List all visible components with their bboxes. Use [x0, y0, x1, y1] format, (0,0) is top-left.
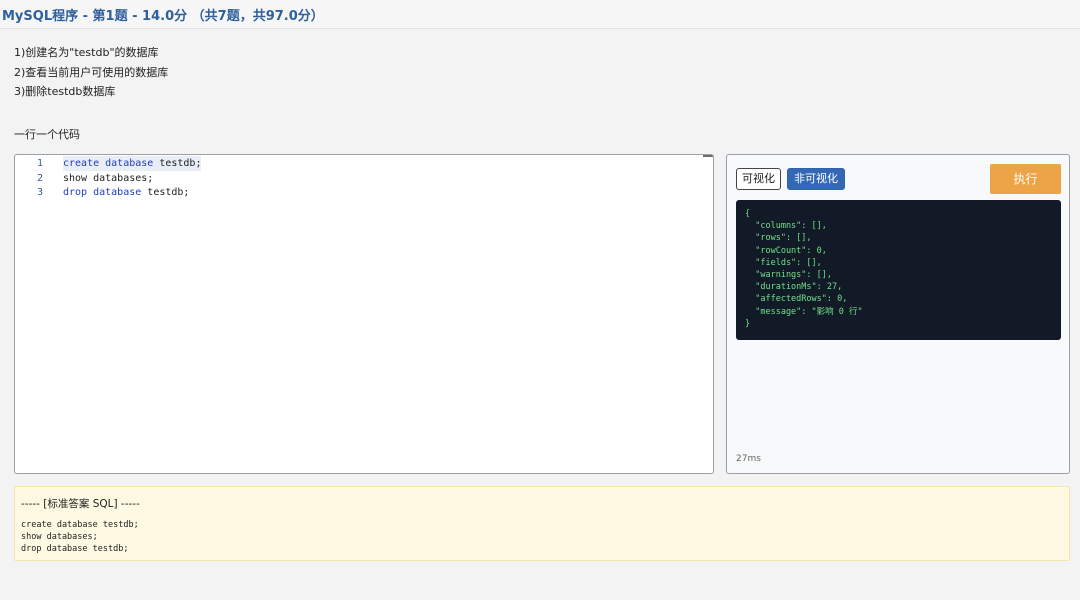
sql-keyword: drop database — [63, 187, 142, 198]
nonvisual-mode-button[interactable]: 非可视化 — [787, 168, 845, 190]
code-line[interactable]: 1 create database testdb; — [15, 156, 713, 171]
header-bar: MySQL程序 - 第1题 - 14.0分 （共7题，共97.0分） — [0, 0, 1080, 29]
result-panel: 可视化 非可视化 执行 { "columns": [], "rows": [],… — [726, 154, 1070, 474]
sql-text: testdb; — [153, 158, 202, 169]
visual-mode-button[interactable]: 可视化 — [736, 168, 781, 190]
question-step: 3)删除testdb数据库 — [14, 85, 116, 98]
page-title: MySQL程序 - 第1题 - 14.0分 （共7题，共97.0分） — [2, 9, 324, 24]
json-line: "affectedRows": 0, — [745, 294, 848, 305]
json-line: "columns": [], — [745, 221, 827, 232]
sql-text: show databases; — [63, 172, 154, 184]
code-line[interactable]: 2 show databases; — [15, 171, 713, 186]
question-step: 1)创建名为"testdb"的数据库 — [14, 46, 159, 59]
json-line: "durationMs": 27, — [745, 282, 843, 293]
line-number: 1 — [36, 158, 43, 169]
line-number: 2 — [36, 172, 43, 184]
execution-duration: 27ms — [736, 454, 761, 464]
standard-answer-title: ----- [标准答案 SQL] ----- — [21, 498, 140, 510]
execute-button[interactable]: 执行 — [990, 164, 1061, 194]
json-line: } — [745, 318, 751, 329]
sql-text: testdb; — [141, 187, 190, 198]
standard-answer-box: ----- [标准答案 SQL] ----- create database t… — [14, 486, 1070, 561]
json-line: "rowCount": 0, — [745, 245, 827, 256]
line-number: 3 — [36, 187, 43, 198]
sql-keyword: create database — [63, 158, 154, 169]
json-line: "fields": [], — [745, 257, 822, 268]
json-line: { — [745, 209, 751, 219]
json-line: "message": "影响 0 行" — [745, 306, 863, 317]
code-line[interactable]: 3 drop database testdb; — [15, 185, 713, 200]
code-hint: 一行一个代码 — [14, 128, 80, 141]
json-line: "rows": [], — [745, 233, 812, 244]
json-result-output: { "columns": [], "rows": [], "rowCount":… — [736, 200, 1061, 340]
sql-code-editor[interactable]: 1 create database testdb; 2 show databas… — [14, 154, 714, 474]
standard-answer-code: create database testdb; show databases; … — [21, 520, 139, 554]
json-line: "warnings": [], — [745, 270, 832, 281]
question-instructions: 1)创建名为"testdb"的数据库 2)查看当前用户可使用的数据库 3)删除t… — [14, 43, 168, 102]
question-step: 2)查看当前用户可使用的数据库 — [14, 65, 169, 79]
